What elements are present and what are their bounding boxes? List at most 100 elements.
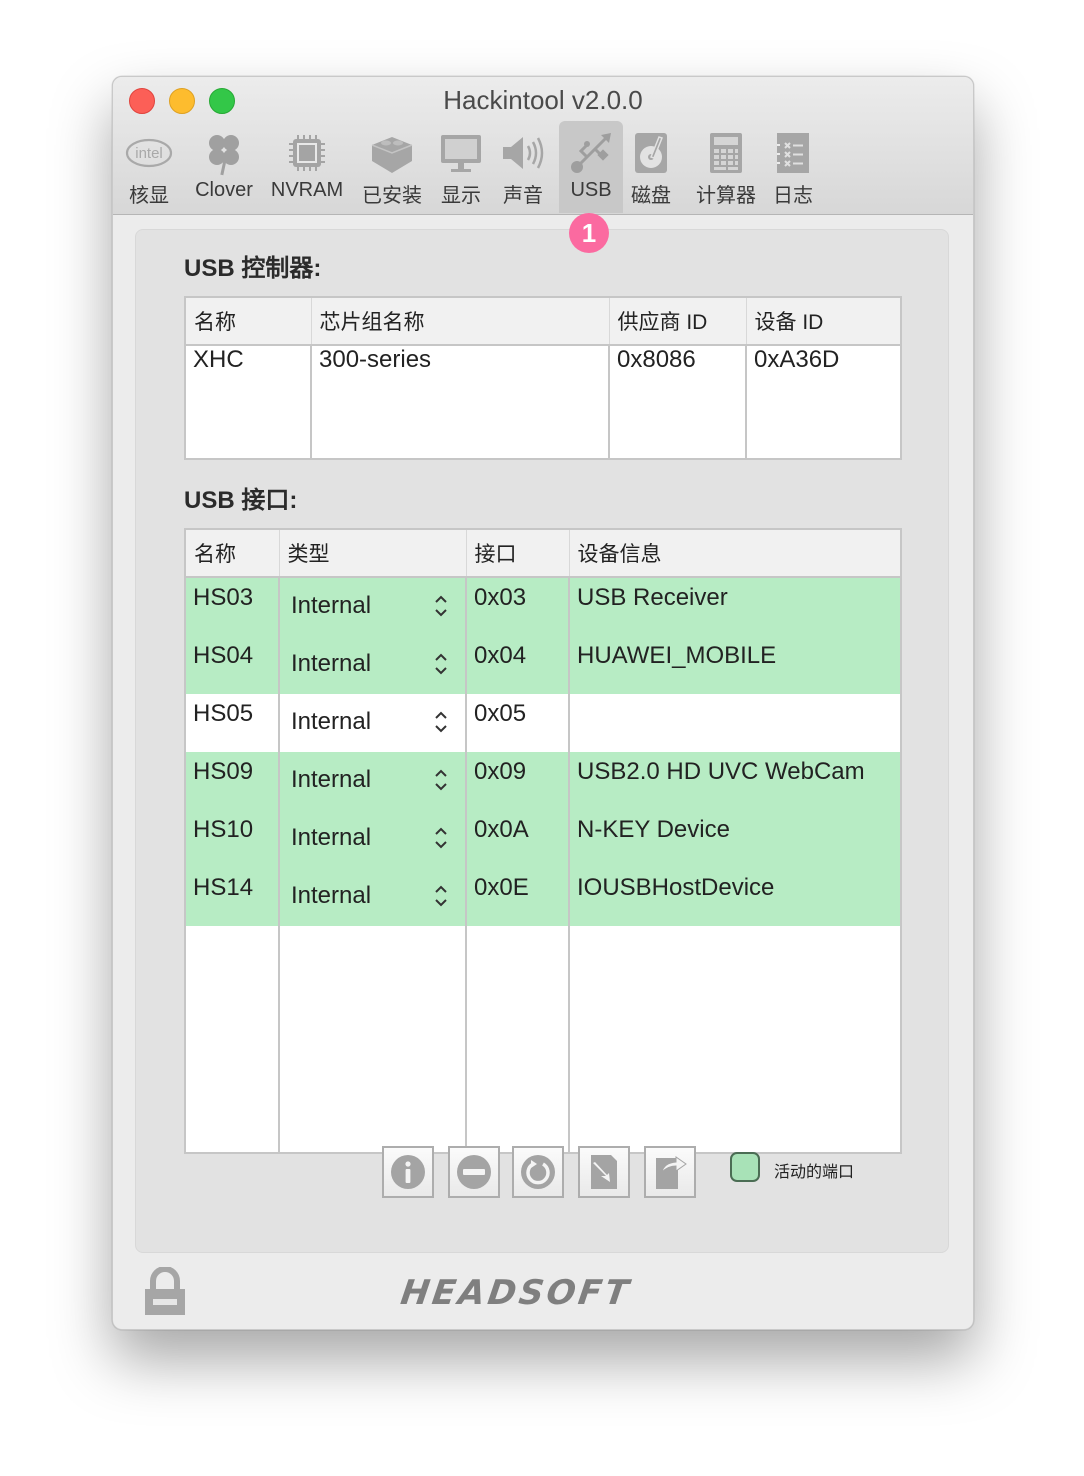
annotation-badge: 1: [569, 213, 609, 253]
svg-text:intel: intel: [135, 145, 163, 162]
column-header-name[interactable]: 名称: [185, 297, 311, 346]
lego-brick-icon: [371, 137, 413, 173]
toolbar-label: 磁盘: [631, 185, 671, 207]
column-header-type[interactable]: 类型: [278, 529, 466, 578]
app-window: Hackintool v2.0.0 intel 核显 Clover NVRAM …: [112, 76, 974, 1330]
column-header-chipset[interactable]: 芯片组名称: [310, 297, 609, 346]
remove-button[interactable]: [448, 1146, 500, 1198]
stepper-chevrons-icon[interactable]: [433, 824, 449, 852]
port-device-info: HUAWEI_MOBILE: [568, 636, 901, 694]
active-port-legend-swatch: [730, 1152, 760, 1182]
column-header-port[interactable]: 接口: [465, 529, 569, 578]
toolbar-label: 已安装: [362, 185, 422, 207]
port-name: HS14: [185, 868, 279, 926]
minus-circle-icon: [457, 1155, 491, 1189]
monitor-icon: [441, 135, 481, 172]
import-icon: [591, 1155, 617, 1189]
port-type-value: Internal: [291, 650, 372, 677]
table-row[interactable]: HS10 Internal 0x0A N-KEY Device: [185, 810, 901, 868]
stepper-chevrons-icon[interactable]: [433, 708, 449, 736]
info-icon: [391, 1155, 425, 1189]
port-name: HS04: [185, 636, 279, 694]
toolbar-label: 显示: [441, 185, 481, 207]
toolbar-label: 计算器: [696, 185, 756, 207]
stepper-chevrons-icon[interactable]: [433, 592, 449, 620]
controller-vendor-id: 0x8086: [608, 345, 746, 459]
toolbar-label: 声音: [503, 185, 543, 207]
table-row[interactable]: XHC 300-series 0x8086 0xA36D: [185, 345, 901, 459]
port-type-select[interactable]: Internal: [278, 868, 466, 926]
port-device-info: IOUSBHostDevice: [568, 868, 901, 926]
headsoft-logo: HEADSOFT: [398, 1273, 634, 1313]
toolbar: intel 核显 Clover NVRAM 已安装 显示 声音 USB 磁盘 计…: [113, 121, 973, 213]
port-name: HS05: [193, 700, 254, 727]
toolbar-item-sound[interactable]: 声音: [497, 121, 549, 213]
column-header-name[interactable]: 名称: [185, 529, 279, 578]
controllers-table: 名称 芯片组名称 供应商 ID 设备 ID XHC 300-series 0x8…: [184, 296, 902, 460]
table-row[interactable]: HS14 Internal 0x0E IOUSBHostDevice: [185, 868, 901, 926]
toolbar-item-igpu[interactable]: intel 核显: [123, 121, 175, 213]
empty-cell: [278, 926, 466, 1153]
ports-section-title: USB 接口:: [184, 487, 298, 514]
empty-cell: [568, 926, 901, 1153]
port-type-value: Internal: [291, 708, 372, 735]
port-type-select[interactable]: Internal: [278, 752, 466, 810]
toolbar-item-installed[interactable]: 已安装: [359, 121, 425, 213]
toolbar-item-log[interactable]: 日志: [769, 121, 817, 213]
controllers-section-title: USB 控制器:: [184, 255, 322, 282]
ports-table: 名称 类型 接口 设备信息 HS03 Internal 0x03 USB Rec…: [184, 528, 902, 1154]
toolbar-label: NVRAM: [270, 179, 344, 201]
table-row[interactable]: HS05 Internal 0x05: [185, 694, 901, 752]
port-type-value: Internal: [291, 824, 372, 851]
port-type-value: Internal: [291, 882, 372, 909]
port-type-select[interactable]: Internal: [278, 694, 466, 752]
port-device-info: [568, 694, 901, 752]
toolbar-item-nvram[interactable]: NVRAM: [269, 121, 345, 213]
stepper-chevrons-icon[interactable]: [433, 766, 449, 794]
clover-icon: [209, 135, 239, 176]
info-button[interactable]: [382, 1146, 434, 1198]
import-button[interactable]: [578, 1146, 630, 1198]
port-address: 0x0A: [465, 810, 569, 868]
toolbar-label: USB: [570, 179, 612, 201]
chip-icon: [289, 135, 325, 171]
empty-cell: [185, 926, 279, 1153]
table-row[interactable]: HS09 Internal 0x09 USB2.0 HD UVC WebCam: [185, 752, 901, 810]
column-header-vendor-id[interactable]: 供应商 ID: [608, 297, 746, 346]
title-bar: Hackintool v2.0.0 intel 核显 Clover NVRAM …: [113, 77, 973, 215]
refresh-icon: [521, 1155, 555, 1189]
usb-panel: USB 控制器: 名称 芯片组名称 供应商 ID 设备 ID XHC 300-s…: [135, 229, 949, 1253]
export-button[interactable]: [644, 1146, 696, 1198]
port-device-info: USB2.0 HD UVC WebCam: [568, 752, 901, 810]
port-type-select[interactable]: Internal: [278, 810, 466, 868]
port-type-select[interactable]: Internal: [278, 636, 466, 694]
port-device-info: USB Receiver: [568, 577, 901, 636]
toolbar-item-usb[interactable]: USB: [559, 121, 623, 213]
toolbar-item-display[interactable]: 显示: [435, 121, 487, 213]
calculator-icon: [710, 133, 742, 173]
empty-table-area: [185, 926, 901, 1153]
toolbar-item-calculator[interactable]: 计算器: [691, 121, 761, 213]
controller-chipset: 300-series: [310, 345, 609, 459]
lock-icon[interactable]: [143, 1267, 187, 1315]
speaker-icon: [503, 137, 544, 169]
toolbar-label: 核显: [129, 185, 169, 207]
port-name: HS10: [185, 810, 279, 868]
window-title: Hackintool v2.0.0: [443, 85, 643, 115]
stepper-chevrons-icon[interactable]: [433, 882, 449, 910]
port-name: HS09: [185, 752, 279, 810]
port-address: 0x05: [465, 694, 569, 752]
refresh-button[interactable]: [512, 1146, 564, 1198]
stepper-chevrons-icon[interactable]: [433, 650, 449, 678]
table-row[interactable]: HS03 Internal 0x03 USB Receiver: [185, 577, 901, 636]
column-header-device-id[interactable]: 设备 ID: [745, 297, 901, 346]
port-address: 0x03: [465, 577, 569, 636]
port-type-select[interactable]: Internal: [278, 577, 466, 636]
port-address: 0x09: [465, 752, 569, 810]
controller-name: XHC: [193, 346, 244, 373]
toolbar-item-disk[interactable]: 磁盘: [627, 121, 675, 213]
table-row[interactable]: HS04 Internal 0x04 HUAWEI_MOBILE: [185, 636, 901, 694]
port-address: 0x04: [465, 636, 569, 694]
column-header-device-info[interactable]: 设备信息: [568, 529, 901, 578]
toolbar-item-clover[interactable]: Clover: [189, 121, 259, 213]
